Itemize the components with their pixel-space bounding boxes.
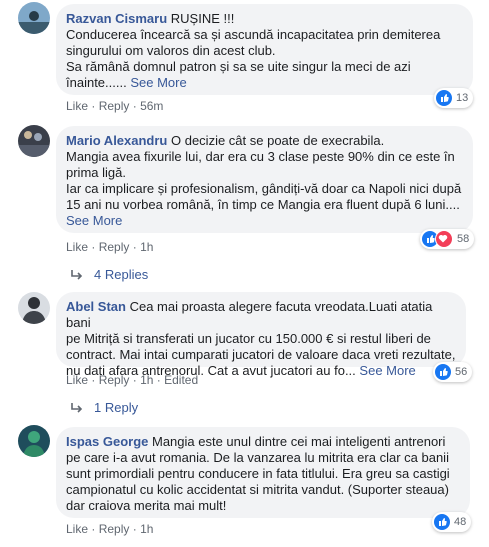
avatar[interactable]: [18, 125, 50, 157]
comment-time[interactable]: 1h: [140, 373, 153, 387]
separator-dot: ·: [91, 373, 96, 387]
comment-actions: Like · Reply · 1h · Edited: [66, 373, 198, 387]
reply-link[interactable]: Reply: [99, 373, 130, 387]
avatar[interactable]: [18, 425, 50, 457]
comment-line: Mangia avea fixurile lui, dar era cu 3 c…: [66, 149, 455, 164]
comment-text-inline: O decizie cât se poate de execrabila.: [171, 133, 385, 148]
comment-line: pe Mitriță si transferati un jucator cu …: [66, 331, 431, 346]
comment-bubble: Mario Alexandru O decizie cât se poate d…: [56, 126, 473, 233]
comment-actions: Like · Reply · 56m: [66, 99, 163, 113]
avatar[interactable]: [18, 292, 50, 324]
see-more-link[interactable]: See More: [130, 75, 186, 90]
love-icon: [435, 230, 453, 248]
comment-line: prima ligă.: [66, 165, 126, 180]
comment-actions: Like · Reply · 1h: [66, 522, 153, 536]
view-replies-link[interactable]: 1 Reply: [70, 400, 138, 415]
comment-line: singurului om valoros din acest club.: [66, 43, 276, 58]
comment-time[interactable]: 1h: [140, 240, 153, 254]
comment-line: Conducerea încearcă sa și ascundă incapa…: [66, 27, 441, 42]
comment-actions: Like · Reply · 1h: [66, 240, 153, 254]
avatar[interactable]: [18, 2, 50, 34]
separator-dot: ·: [91, 240, 96, 254]
reply-link[interactable]: Reply: [99, 240, 130, 254]
like-icon: [436, 90, 452, 106]
reply-arrow-icon: [71, 269, 83, 280]
comment-author[interactable]: Mario Alexandru: [66, 133, 167, 148]
reply-arrow-icon: [71, 402, 83, 413]
like-icon: [435, 364, 451, 380]
like-link[interactable]: Like: [66, 240, 88, 254]
comment-line: sunt primordiali pentru conducere in fat…: [66, 466, 450, 481]
avatar-image: [18, 425, 50, 457]
separator-dot: ·: [132, 99, 137, 113]
comment-author[interactable]: Ispas George: [66, 434, 148, 449]
replies-count-label: 1 Reply: [94, 400, 139, 415]
reaction-count: 13: [456, 92, 469, 104]
avatar-image: [18, 2, 50, 34]
separator-dot: ·: [132, 373, 137, 387]
reply-link[interactable]: Reply: [99, 99, 130, 113]
reaction-summary[interactable]: 58: [420, 229, 475, 249]
reaction-summary[interactable]: 56: [433, 362, 473, 382]
like-link[interactable]: Like: [66, 373, 88, 387]
view-replies-link[interactable]: 4 Replies: [70, 267, 148, 282]
comment-line: Iar ca implicare și profesionalism, gând…: [66, 181, 462, 196]
comment-text-inline: RUȘINE !!!: [170, 11, 235, 26]
like-icon: [434, 514, 450, 530]
comment-line: pe care i-a avut romania. De la vanzarea…: [66, 450, 449, 465]
comment-bubble: Ispas George Mangia este unul dintre cei…: [56, 427, 470, 518]
comment-line: campionatul cu kolic accidentat si mitri…: [66, 482, 449, 497]
edited-label[interactable]: Edited: [164, 373, 198, 387]
comment-text-inline: Mangia este unul dintre cei mai intelige…: [152, 434, 446, 449]
separator-dot: ·: [132, 522, 137, 536]
separator-dot: ·: [91, 522, 96, 536]
comment-line: 15 ani nu vorbea română, în timp ce Mang…: [66, 197, 460, 212]
separator-dot: ·: [91, 99, 96, 113]
avatar-image: [18, 292, 50, 324]
like-link[interactable]: Like: [66, 99, 88, 113]
comment-line: contract. Mai intai cumparati jucatori d…: [66, 347, 456, 362]
avatar-image: [18, 125, 50, 157]
comment-time[interactable]: 56m: [140, 99, 163, 113]
comment-line: Sa rămână domnul patron și sa se uite si…: [66, 59, 411, 74]
reaction-count: 58: [457, 233, 470, 245]
see-more-link[interactable]: See More: [66, 213, 122, 228]
comment-author[interactable]: Razvan Cismaru: [66, 11, 167, 26]
reply-link[interactable]: Reply: [99, 522, 130, 536]
reaction-summary[interactable]: 48: [432, 512, 472, 532]
comment-author[interactable]: Abel Stan: [66, 299, 126, 314]
comment-bubble: Abel Stan Cea mai proasta alegere facuta…: [56, 292, 466, 378]
separator-dot: ·: [156, 373, 161, 387]
comment-line: înainte......: [66, 75, 127, 90]
comment-line: dar craiova merita mai mult!: [66, 498, 227, 513]
see-more-link[interactable]: See More: [359, 363, 415, 378]
reaction-count: 56: [455, 366, 468, 378]
replies-count-label: 4 Replies: [94, 267, 149, 282]
like-link[interactable]: Like: [66, 522, 88, 536]
comment-bubble: Razvan Cismaru RUȘINE !!! Conducerea înc…: [56, 4, 473, 95]
reaction-count: 48: [454, 516, 467, 528]
separator-dot: ·: [132, 240, 137, 254]
reaction-summary[interactable]: 13: [434, 88, 474, 108]
comment-time[interactable]: 1h: [140, 522, 153, 536]
